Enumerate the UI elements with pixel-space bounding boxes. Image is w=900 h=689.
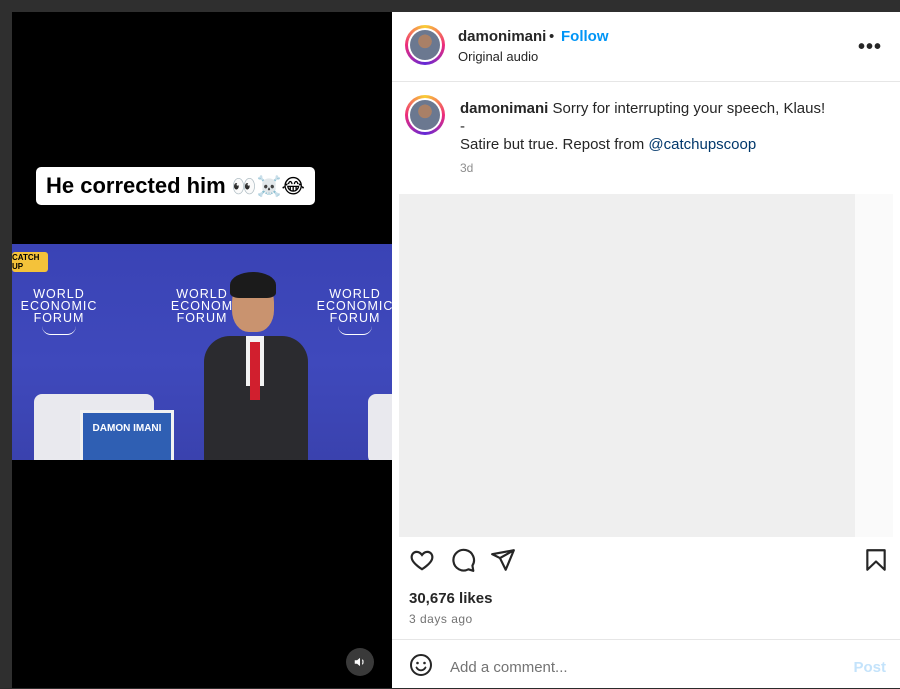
follow-button[interactable]: Follow: [561, 28, 609, 45]
catchup-sticker: CATCH UP: [12, 252, 48, 272]
caption-timestamp[interactable]: 3d: [460, 161, 473, 175]
post-comment-button[interactable]: Post: [853, 659, 886, 676]
scrollbar-track[interactable]: [855, 194, 893, 537]
comment-icon[interactable]: [450, 547, 476, 573]
speaker-icon[interactable]: [346, 648, 374, 676]
post-age: 3 days ago: [409, 612, 473, 626]
comment-avatar[interactable]: [405, 95, 445, 135]
caption-text: He corrected him: [46, 173, 226, 198]
emoji-icon[interactable]: [409, 653, 433, 677]
window-top-bar: [0, 0, 900, 12]
caption-username[interactable]: damonimani: [460, 100, 548, 117]
action-bar: [392, 537, 900, 583]
post-details-panel: damonimani • Follow Original audio ••• d…: [392, 12, 900, 688]
video-player[interactable]: He corrected him 👀☠️😂 CATCH UP WORLD ECO…: [12, 12, 392, 688]
comments-area: [399, 194, 855, 537]
heart-icon[interactable]: [409, 547, 435, 573]
speaker-figure: [198, 272, 318, 460]
caption-line-2: -: [460, 118, 465, 135]
caption-emoji: 👀☠️😂: [231, 174, 305, 198]
bookmark-icon[interactable]: [863, 547, 889, 573]
chair-right: [368, 394, 392, 460]
add-comment-bar: Add a comment... Post: [392, 639, 900, 689]
nameplate: DAMON IMANI: [80, 410, 174, 460]
video-caption: He corrected him 👀☠️😂: [36, 167, 315, 205]
caption-line-3: Satire but true. Repost from: [460, 136, 649, 153]
header-username[interactable]: damonimani: [458, 28, 546, 45]
comment-input[interactable]: Add a comment...: [450, 659, 568, 676]
more-horizontal-icon[interactable]: •••: [858, 36, 882, 59]
wef-logo-right: WORLD ECONOMIC FORUM: [310, 288, 392, 335]
send-icon[interactable]: [490, 547, 516, 573]
original-audio-link[interactable]: Original audio: [458, 49, 538, 64]
mention-link[interactable]: @catchupscoop: [648, 136, 756, 153]
post-caption: damonimani Sorry for interrupting your s…: [460, 100, 880, 154]
avatar[interactable]: [405, 25, 445, 65]
separator-dot: •: [549, 28, 555, 45]
caption-line-1: Sorry for interrupting your speech, Klau…: [552, 100, 826, 117]
wef-logo-left: WORLD ECONOMIC FORUM: [16, 288, 102, 335]
post-header: damonimani • Follow Original audio •••: [392, 12, 900, 82]
likes-count[interactable]: 30,676 likes: [409, 590, 492, 607]
window-left-edge: [0, 12, 12, 688]
video-frame: CATCH UP WORLD ECONOMIC FORUM WORLD ECON…: [12, 244, 392, 460]
